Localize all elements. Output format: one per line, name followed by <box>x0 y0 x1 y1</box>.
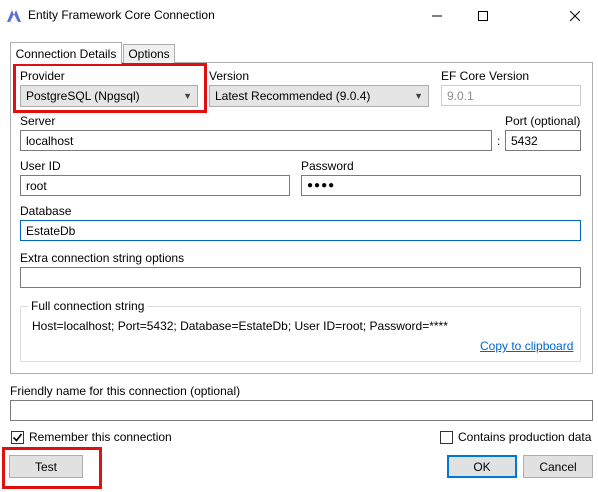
friendly-name-label: Friendly name for this connection (optio… <box>10 384 241 398</box>
minimize-icon <box>432 15 442 17</box>
checkmark-icon <box>12 433 23 442</box>
version-value: Latest Recommended (9.0.4) <box>215 89 371 103</box>
database-input[interactable]: EstateDb <box>20 220 581 241</box>
provider-value: PostgreSQL (Npgsql) <box>26 89 140 103</box>
copy-to-clipboard-link[interactable]: Copy to clipboard <box>480 339 573 353</box>
chevron-down-icon: ▼ <box>414 91 423 101</box>
cancel-button[interactable]: Cancel <box>523 455 593 478</box>
extra-options-label: Extra connection string options <box>20 251 185 265</box>
port-input[interactable]: 5432 <box>505 130 581 151</box>
version-dropdown[interactable]: Latest Recommended (9.0.4) ▼ <box>209 85 429 107</box>
close-button[interactable] <box>552 0 598 32</box>
production-checkbox[interactable] <box>440 431 453 444</box>
database-label: Database <box>20 204 72 218</box>
test-button[interactable]: Test <box>9 455 83 478</box>
server-label: Server <box>20 114 56 128</box>
port-separator: : <box>497 134 501 148</box>
extra-options-input[interactable] <box>20 267 581 288</box>
tab-connection-details[interactable]: Connection Details <box>10 42 122 64</box>
production-label: Contains production data <box>458 430 592 444</box>
ok-button[interactable]: OK <box>447 455 517 478</box>
version-label: Version <box>209 69 250 83</box>
ef-core-version-label: EF Core Version <box>441 69 530 83</box>
server-input[interactable]: localhost <box>20 130 492 151</box>
provider-dropdown[interactable]: PostgreSQL (Npgsql) ▼ <box>20 85 198 107</box>
password-label: Password <box>301 159 354 173</box>
app-logo-icon <box>6 9 22 23</box>
maximize-button[interactable] <box>460 0 506 32</box>
ef-core-version-field: 9.0.1 <box>441 85 581 106</box>
user-id-input[interactable]: root <box>20 175 290 196</box>
close-icon <box>570 11 580 21</box>
friendly-name-input[interactable] <box>10 400 593 421</box>
provider-label: Provider <box>20 69 65 83</box>
remember-label: Remember this connection <box>29 430 172 444</box>
remember-checkbox[interactable] <box>11 431 24 444</box>
minimize-button[interactable] <box>414 0 460 32</box>
tab-options[interactable]: Options <box>123 44 175 63</box>
full-connection-value: Host=localhost; Port=5432; Database=Esta… <box>32 319 448 333</box>
password-input[interactable]: ●●●● <box>301 175 581 196</box>
maximize-icon <box>478 11 488 21</box>
chevron-down-icon: ▼ <box>183 91 192 101</box>
full-connection-group <box>20 306 581 362</box>
full-connection-label: Full connection string <box>28 299 148 313</box>
window-title: Entity Framework Core Connection <box>28 8 215 22</box>
user-id-label: User ID <box>20 159 61 173</box>
port-label: Port (optional) <box>505 114 581 128</box>
